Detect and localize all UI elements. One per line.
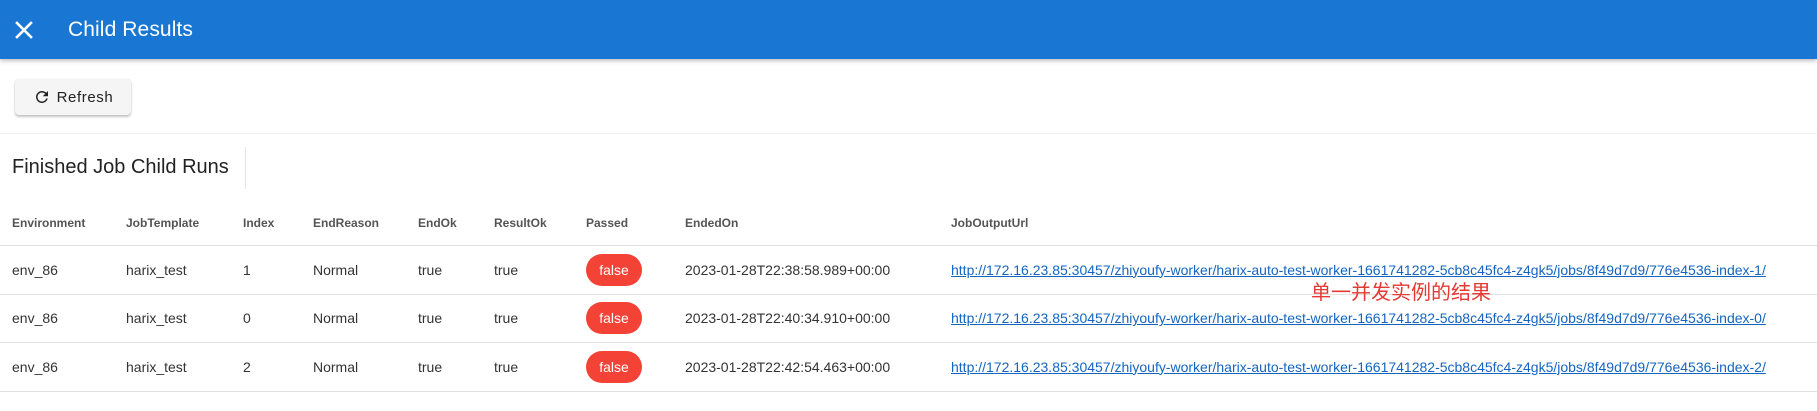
cell-job-template: harix_test [126,261,187,278]
cell-end-ok: true [418,310,443,327]
cell-ended-on: 2023-01-28T22:38:58.989+00:00 [685,261,891,278]
header-ended-on[interactable]: EndedOn [685,200,738,245]
section-header: Finished Job Child Runs [0,145,1817,190]
refresh-icon [33,88,51,106]
table-row: env_86 harix_test 2 Normal true true fal… [0,343,1817,392]
cell-end-reason: Normal [313,358,359,375]
page-title: Child Results [68,17,194,41]
cell-environment: env_86 [12,358,58,375]
annotation-text: 单一并发实例的结果 [1311,280,1491,304]
header-environment[interactable]: Environment [12,200,85,245]
table-row: env_86 harix_test 0 Normal true true fal… [0,295,1817,343]
table-header-row: Environment JobTemplate Index EndReason … [0,200,1817,246]
cell-result-ok: true [494,358,519,375]
cell-end-reason: Normal [313,261,359,278]
job-output-link[interactable]: http://172.16.23.85:30457/zhiyoufy-worke… [951,310,1766,326]
passed-status-chip: false [586,302,642,335]
cell-passed: false [586,295,642,343]
cell-index: 2 [243,358,251,375]
section-title: Finished Job Child Runs [12,156,229,178]
toolbar: Refresh [0,59,1817,134]
header-passed[interactable]: Passed [586,200,628,245]
cell-ended-on: 2023-01-28T22:42:54.463+00:00 [685,358,891,375]
header-job-template[interactable]: JobTemplate [126,200,199,245]
cell-end-ok: true [418,261,443,278]
refresh-button[interactable]: Refresh [15,79,131,115]
table-row: env_86 harix_test 1 Normal true true fal… [0,246,1817,295]
cell-job-output-url: http://172.16.23.85:30457/zhiyoufy-worke… [951,343,1766,391]
cell-index: 1 [243,261,251,278]
cell-end-ok: true [418,358,443,375]
section-divider [244,146,246,189]
cell-environment: env_86 [12,261,58,278]
child-runs-table: Environment JobTemplate Index EndReason … [0,200,1817,392]
cell-environment: env_86 [12,310,58,327]
header-end-reason[interactable]: EndReason [313,200,379,245]
cell-job-template: harix_test [126,310,187,327]
cell-passed: false [586,246,642,294]
cell-ended-on: 2023-01-28T22:40:34.910+00:00 [685,310,891,327]
job-output-link[interactable]: http://172.16.23.85:30457/zhiyoufy-worke… [951,359,1766,375]
cell-passed: false [586,343,642,391]
refresh-label: Refresh [56,88,114,106]
app-bar: Child Results [0,0,1817,59]
cell-job-template: harix_test [126,358,187,375]
cell-end-reason: Normal [313,310,359,327]
cell-result-ok: true [494,310,519,327]
passed-status-chip: false [586,350,642,383]
header-end-ok[interactable]: EndOk [418,200,457,245]
close-icon[interactable] [12,18,36,42]
passed-status-chip: false [586,253,642,286]
header-index[interactable]: Index [243,200,274,245]
cell-result-ok: true [494,261,519,278]
cell-index: 0 [243,310,251,327]
header-result-ok[interactable]: ResultOk [494,200,547,245]
header-job-output-url[interactable]: JobOutputUrl [951,200,1028,245]
